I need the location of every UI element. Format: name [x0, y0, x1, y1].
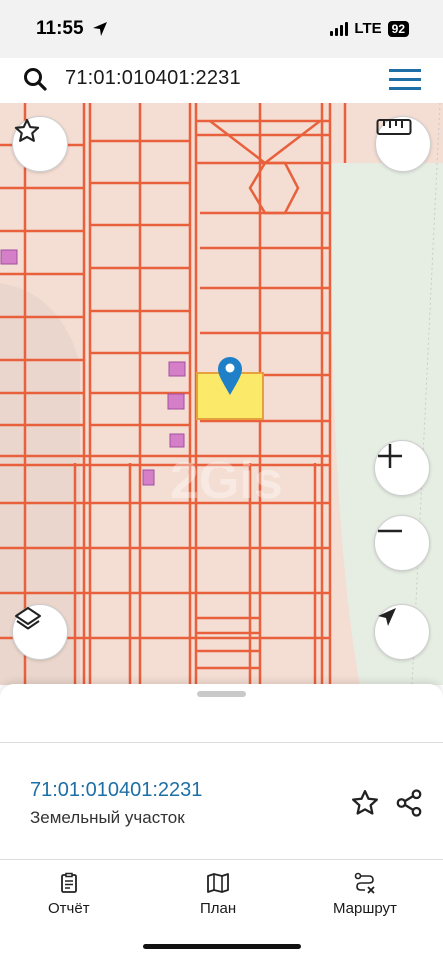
share-icon[interactable]: [394, 788, 424, 818]
favorite-map-button[interactable]: [12, 116, 68, 172]
map-icon: [207, 873, 229, 893]
search-bar[interactable]: 71:01:010401:2231: [6, 58, 437, 99]
star-icon: [14, 118, 40, 142]
bottom-sheet[interactable]: 71:01:010401:2231 Земельный участок Отчё…: [0, 684, 443, 960]
tab-plan-label: План: [200, 900, 237, 917]
tab-route[interactable]: Маршрут: [333, 872, 397, 917]
status-indicators: LTE 92: [330, 20, 409, 37]
my-location-button[interactable]: [374, 604, 430, 660]
plus-icon: [378, 444, 402, 468]
report-icon: [60, 872, 77, 893]
network-label: LTE: [354, 20, 382, 37]
tab-report[interactable]: Отчёт: [48, 872, 90, 917]
map-watermark: 2Gis: [170, 452, 283, 510]
menu-icon[interactable]: [389, 67, 421, 91]
route-icon: [354, 872, 375, 894]
status-time: 11:55: [36, 18, 84, 39]
sheet-drag-handle[interactable]: [197, 691, 246, 697]
star-icon[interactable]: [350, 788, 380, 818]
location-arrow-icon: [93, 22, 107, 36]
search-input[interactable]: 71:01:010401:2231: [65, 67, 241, 90]
parcel-type: Земельный участок: [30, 808, 185, 827]
home-indicator: [143, 944, 301, 949]
ruler-icon: [376, 119, 412, 135]
divider: [0, 742, 443, 743]
cadastral-map[interactable]: 2Gis: [0, 103, 443, 685]
ruler-button[interactable]: [375, 116, 431, 172]
parcel-id-link[interactable]: 71:01:010401:2231: [30, 779, 202, 802]
divider: [0, 859, 443, 860]
minus-icon: [378, 529, 402, 533]
layers-button[interactable]: [12, 604, 68, 660]
signal-icon: [330, 21, 349, 36]
search-icon[interactable]: [22, 66, 48, 92]
tab-plan[interactable]: План: [200, 872, 236, 917]
battery-indicator: 92: [387, 20, 409, 37]
zoom-in-button[interactable]: [374, 440, 430, 496]
tab-report-label: Отчёт: [48, 900, 90, 917]
tab-route-label: Маршрут: [333, 900, 397, 917]
navigation-arrow-icon: [378, 608, 396, 626]
map-view[interactable]: 2Gis: [0, 103, 443, 685]
zoom-out-button[interactable]: [374, 515, 430, 571]
layers-icon: [15, 607, 41, 630]
status-bar: 11:55 LTE 92: [0, 0, 443, 58]
